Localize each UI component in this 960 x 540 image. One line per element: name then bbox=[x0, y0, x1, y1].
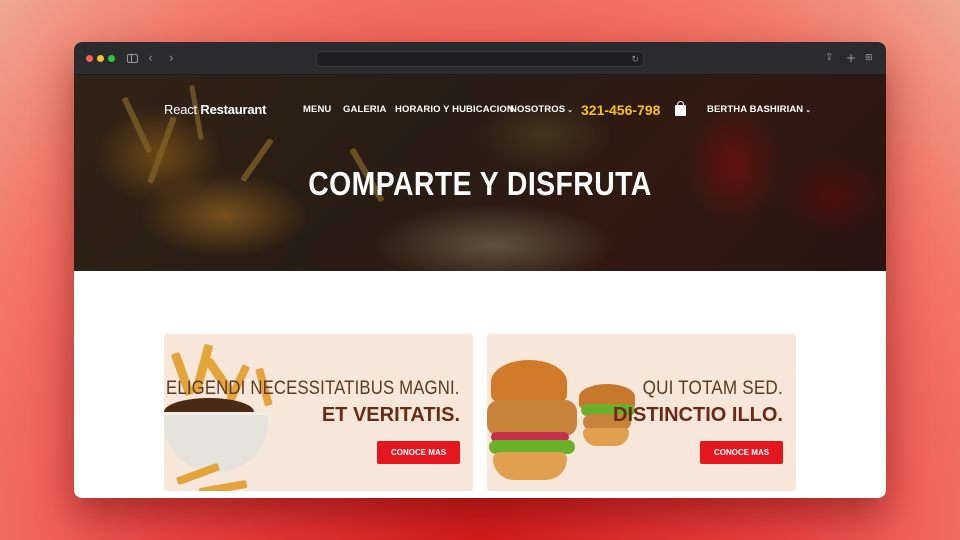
chevron-right-icon[interactable]: › bbox=[169, 50, 174, 66]
promo-card: QUI TOTAM SED. DISTINCTIO ILLO. CONOCE M… bbox=[487, 334, 796, 491]
nosotros-label: NOSOTROS bbox=[510, 104, 566, 115]
browser-window: ‹ › ↻ ⇪ + ⊞ React Restaurant MENU GALERI… bbox=[74, 42, 886, 498]
nav-item-menu[interactable]: MENU bbox=[303, 103, 331, 117]
phone-number[interactable]: 321-456-798 bbox=[581, 101, 660, 119]
promo-card: ELIGENDI NECESSITATIBUS MAGNI. ET VERITA… bbox=[164, 334, 473, 491]
shopping-bag-icon[interactable] bbox=[675, 101, 686, 116]
chevron-down-icon: ⌄ bbox=[805, 107, 812, 114]
promo-heading-light: ELIGENDI NECESSITATIBUS MAGNI. bbox=[166, 378, 460, 399]
plus-icon[interactable]: + bbox=[846, 50, 856, 66]
chevron-down-icon: ⌄ bbox=[567, 107, 574, 114]
conoce-mas-button[interactable]: CONOCE MAS bbox=[700, 441, 783, 464]
promo-section: ELIGENDI NECESSITATIBUS MAGNI. ET VERITA… bbox=[164, 334, 796, 498]
chevron-left-icon[interactable]: ‹ bbox=[148, 50, 153, 66]
maximize-window-button[interactable] bbox=[108, 55, 115, 62]
share-icon[interactable]: ⇪ bbox=[825, 50, 833, 66]
minimize-window-button[interactable] bbox=[97, 55, 104, 62]
conoce-mas-button[interactable]: CONOCE MAS bbox=[377, 441, 460, 464]
promo-heading-light: QUI TOTAM SED. bbox=[642, 378, 783, 399]
main-nav: React Restaurant MENU GALERIA HORARIO Y … bbox=[74, 101, 886, 121]
hero-banner: React Restaurant MENU GALERIA HORARIO Y … bbox=[74, 75, 886, 271]
hero-title: COMPARTE Y DISFRUTA bbox=[308, 165, 652, 202]
promo-heading-bold: ET VERITATIS. bbox=[321, 404, 460, 426]
user-name: BERTHA BASHIRIAN bbox=[707, 104, 804, 115]
brand-bold-text: Restaurant bbox=[200, 102, 267, 117]
tab-grid-icon[interactable]: ⊞ bbox=[865, 50, 873, 66]
nav-item-galeria[interactable]: GALERIA bbox=[343, 103, 386, 117]
brand-light-text: React bbox=[164, 102, 201, 117]
close-window-button[interactable] bbox=[86, 55, 93, 62]
nav-item-nosotros[interactable]: NOSOTROS ⌄ bbox=[510, 103, 573, 118]
browser-toolbar: ‹ › ↻ ⇪ + ⊞ bbox=[74, 42, 886, 75]
user-menu[interactable]: BERTHA BASHIRIAN ⌄ bbox=[707, 103, 811, 118]
sidebar-icon[interactable] bbox=[127, 54, 138, 63]
address-bar[interactable]: ↻ bbox=[316, 51, 644, 67]
brand-logo[interactable]: React Restaurant bbox=[164, 101, 266, 119]
promo-heading-bold: DISTINCTIO ILLO. bbox=[613, 404, 783, 426]
nav-item-horario[interactable]: HORARIO Y HUBICACION bbox=[395, 103, 514, 117]
reload-icon[interactable]: ↻ bbox=[631, 52, 639, 66]
